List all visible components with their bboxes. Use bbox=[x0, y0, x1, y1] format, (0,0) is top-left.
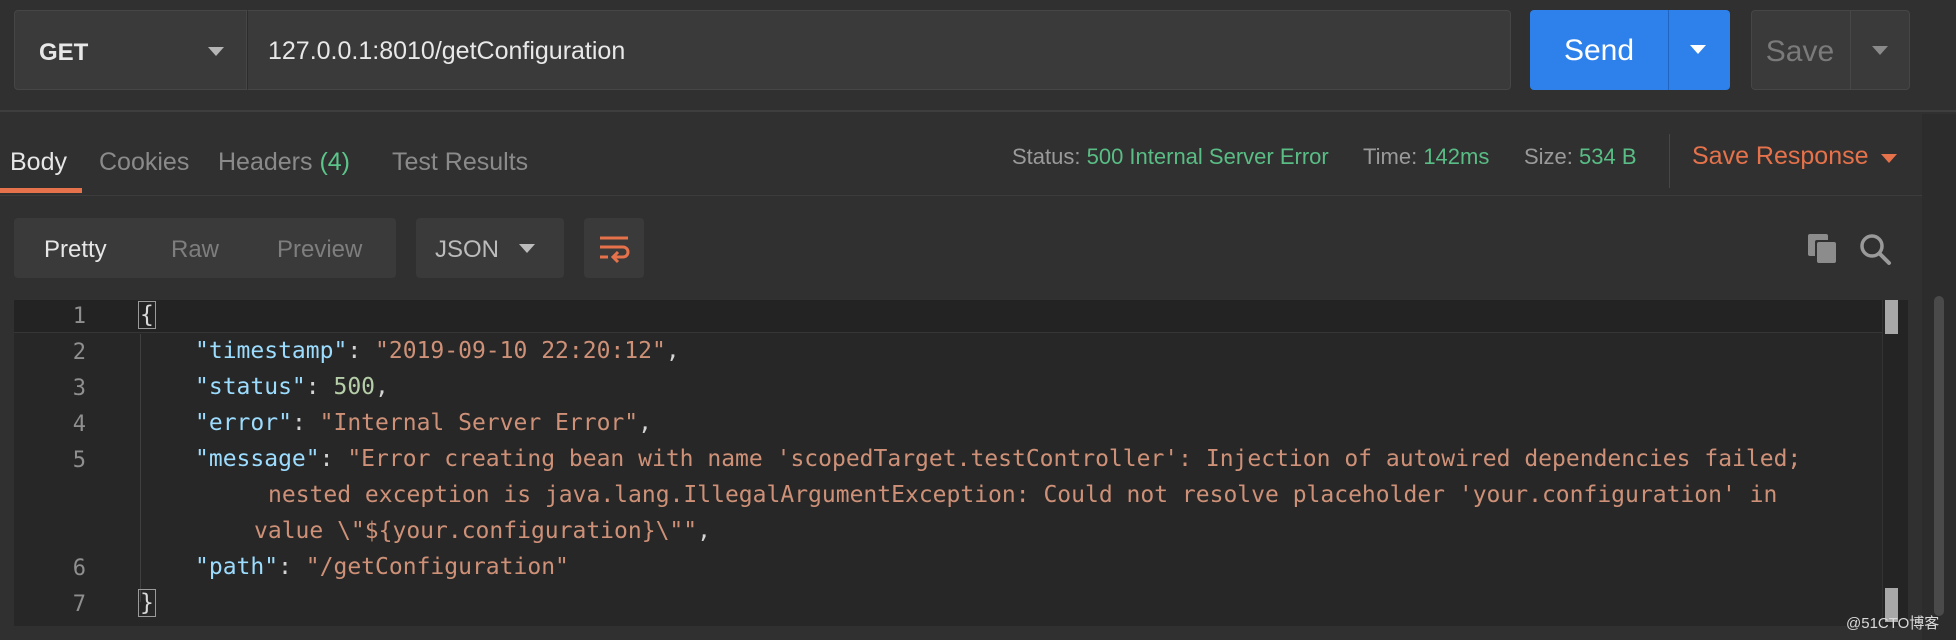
tab-body[interactable]: Body bbox=[10, 148, 67, 177]
close-brace: } bbox=[138, 589, 156, 617]
code-line-5-wrap-1: nested exception is java.lang.IllegalArg… bbox=[268, 482, 1777, 508]
code-line-5: "message": "Error creating bean with nam… bbox=[195, 446, 1802, 472]
wrap-lines-button[interactable] bbox=[584, 218, 644, 278]
method-label: GET bbox=[39, 39, 89, 66]
status-label: Status: bbox=[1012, 144, 1081, 169]
code-line-5-wrap-2: value \"${your.configuration}\"", bbox=[254, 518, 711, 544]
size-meta: Size: 534 B bbox=[1524, 144, 1637, 170]
line-number: 2 bbox=[72, 340, 86, 365]
time-label: Time: bbox=[1363, 144, 1418, 169]
status-value: 500 Internal Server Error bbox=[1086, 144, 1329, 169]
size-value: 534 B bbox=[1579, 144, 1637, 169]
line-number: 5 bbox=[72, 448, 86, 473]
editor-scroll-marker bbox=[1885, 300, 1898, 334]
code-line-6: "path": "/getConfiguration" bbox=[195, 554, 569, 580]
code-line-1: { bbox=[138, 301, 156, 329]
method-select[interactable]: GET bbox=[14, 10, 247, 90]
json-key: "timestamp" bbox=[195, 338, 348, 364]
view-raw[interactable]: Raw bbox=[171, 236, 219, 264]
window-scrollbar-thumb[interactable] bbox=[1934, 296, 1944, 616]
send-button[interactable]: Send bbox=[1530, 10, 1730, 90]
line-number: 1 bbox=[72, 304, 86, 329]
json-value: "Internal Server Error" bbox=[319, 410, 639, 436]
json-value-continued: value \"${your.configuration}\"" bbox=[254, 518, 698, 544]
line-number: 3 bbox=[72, 376, 86, 401]
search-icon[interactable] bbox=[1858, 232, 1892, 266]
tab-test-results[interactable]: Test Results bbox=[392, 148, 528, 177]
json-key: "error" bbox=[195, 410, 292, 436]
save-divider bbox=[1850, 11, 1851, 89]
active-tab-indicator bbox=[0, 188, 82, 193]
line-number: 6 bbox=[72, 556, 86, 581]
time-value: 142ms bbox=[1423, 144, 1490, 169]
tab-cookies[interactable]: Cookies bbox=[99, 148, 189, 177]
response-body-editor[interactable]: 1 2 3 4 5 6 7 { "timestamp": "2019-09-10… bbox=[14, 300, 1908, 626]
editor-scrollbar[interactable] bbox=[1882, 300, 1908, 626]
request-bar: GET 127.0.0.1:8010/getConfiguration Send… bbox=[0, 0, 1956, 112]
current-line-highlight bbox=[14, 300, 1908, 333]
code-line-2: "timestamp": "2019-09-10 22:20:12", bbox=[195, 338, 680, 364]
view-pretty[interactable]: Pretty bbox=[44, 236, 107, 264]
json-value: "Error creating bean with name 'scopedTa… bbox=[347, 446, 1802, 472]
save-options-chevron-down-icon[interactable] bbox=[1872, 46, 1888, 55]
url-text: 127.0.0.1:8010/getConfiguration bbox=[268, 37, 626, 65]
view-preview[interactable]: Preview bbox=[277, 236, 362, 264]
format-select[interactable]: JSON bbox=[416, 218, 564, 278]
tab-headers[interactable]: Headers (4) bbox=[218, 148, 350, 177]
status-meta: Status: 500 Internal Server Error bbox=[1012, 144, 1329, 170]
json-value: "/getConfiguration" bbox=[305, 554, 569, 580]
json-value: "2019-09-10 22:20:12" bbox=[375, 338, 666, 364]
url-input[interactable]: 127.0.0.1:8010/getConfiguration bbox=[247, 10, 1511, 90]
code-line-7: } bbox=[138, 589, 156, 617]
wrap-lines-icon bbox=[600, 236, 630, 264]
json-value-continued: nested exception is java.lang.IllegalArg… bbox=[268, 482, 1778, 508]
time-meta: Time: 142ms bbox=[1363, 144, 1489, 170]
meta-divider bbox=[1669, 134, 1670, 188]
line-number: 7 bbox=[72, 592, 86, 617]
size-label: Size: bbox=[1524, 144, 1573, 169]
watermark: @51CTO博客 bbox=[1846, 615, 1940, 632]
json-key: "message" bbox=[195, 446, 320, 472]
code-line-4: "error": "Internal Server Error", bbox=[195, 410, 652, 436]
json-value: 500 bbox=[333, 374, 376, 400]
format-label: JSON bbox=[435, 236, 500, 263]
indent-guide bbox=[140, 334, 141, 602]
send-label: Send bbox=[1563, 34, 1635, 67]
save-response-button[interactable]: Save Response bbox=[1692, 142, 1869, 171]
save-response-chevron-down-icon[interactable] bbox=[1881, 154, 1897, 163]
json-key: "status" bbox=[195, 374, 306, 400]
headers-count: (4) bbox=[319, 148, 351, 176]
send-options-chevron-down-icon[interactable] bbox=[1690, 45, 1706, 54]
save-label: Save bbox=[1765, 35, 1835, 68]
open-brace: { bbox=[138, 301, 156, 329]
save-button[interactable]: Save bbox=[1751, 10, 1910, 90]
chevron-down-icon bbox=[208, 47, 224, 56]
send-divider bbox=[1668, 10, 1669, 90]
response-tabs: Body Cookies Headers (4) Test Results St… bbox=[0, 114, 1956, 196]
tab-headers-label: Headers bbox=[218, 148, 313, 176]
json-key: "path" bbox=[195, 554, 279, 580]
chevron-down-icon bbox=[519, 244, 535, 253]
view-mode-group: Pretty Raw Preview bbox=[14, 218, 396, 278]
line-number: 4 bbox=[72, 412, 86, 437]
code-line-3: "status": 500, bbox=[195, 374, 389, 400]
copy-icon[interactable] bbox=[1806, 232, 1838, 264]
